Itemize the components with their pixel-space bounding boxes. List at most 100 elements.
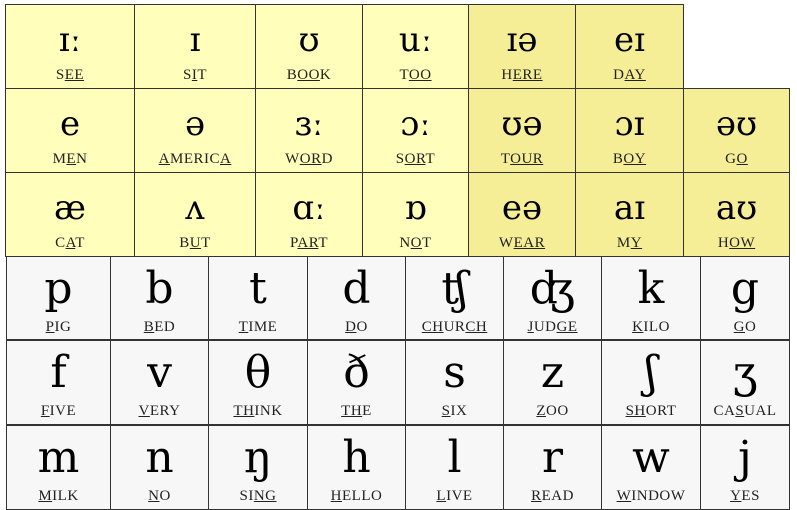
example-word: YES [701, 488, 789, 505]
word-part: G [725, 151, 737, 167]
example-word: THINK [209, 403, 307, 420]
underlined-sound: GE [556, 319, 578, 335]
word-part: INDOW [631, 488, 686, 504]
cons-cell: w WINDOW [601, 425, 701, 510]
word-part: INK [254, 403, 283, 419]
example-word: HELLO [308, 488, 405, 505]
underlined-sound: S [735, 403, 745, 419]
word-part: C [55, 235, 66, 251]
example-word: SIT [135, 67, 255, 84]
phoneme-symbol: d [342, 263, 371, 314]
vowel-cell: eɪ DAY [575, 4, 684, 89]
example-word: BOY [576, 151, 683, 168]
example-word: GO [684, 151, 789, 168]
word-part: T [201, 235, 211, 251]
example-word: SING [209, 488, 307, 505]
cons-cell: g GO [700, 256, 790, 340]
word-part: B [612, 151, 624, 167]
word-part: UAL [744, 403, 777, 419]
word-part: ORT [645, 403, 677, 419]
phoneme-symbol: e [59, 104, 81, 144]
phoneme-symbol: ɪə [506, 20, 538, 60]
word-part: ES [741, 488, 760, 504]
word-part: O [159, 488, 171, 504]
word-part: O [356, 319, 368, 335]
underlined-sound: U [189, 235, 202, 251]
word-part: T [197, 67, 207, 83]
word-part: SI [239, 488, 254, 504]
vowel-cell: aɪ MY [575, 172, 684, 257]
cons-cell: θ THINK [208, 340, 308, 425]
example-word: HOW [684, 235, 789, 252]
phoneme-symbol: s [443, 347, 466, 398]
phoneme-symbol: g [730, 263, 760, 314]
underlined-sound: R [531, 488, 542, 504]
underlined-sound: W [616, 488, 632, 504]
phoneme-symbol: ʃ [645, 347, 657, 398]
underlined-sound: OO [408, 67, 432, 83]
cons-cell: l LIVE [405, 425, 504, 510]
cons-cell: n NO [110, 425, 209, 510]
underlined-sound: A [220, 151, 232, 167]
vowel-cell: e MEN [5, 88, 135, 173]
vowel-cell: ʌ BUT [134, 172, 256, 257]
example-word: LIVE [406, 488, 503, 505]
cons-cell: f FIVE [6, 340, 111, 425]
cons-cell: d DO [307, 256, 406, 340]
word-part: T [422, 235, 432, 251]
word-part: M [616, 235, 631, 251]
example-word: BUT [135, 235, 255, 252]
phoneme-symbol: ɒ [404, 188, 427, 228]
word-part: T [425, 151, 436, 167]
phoneme-symbol: aɪ [613, 188, 646, 228]
underlined-sound: TH [233, 403, 255, 419]
word-part: D [613, 67, 625, 83]
word-part: ED [154, 319, 176, 335]
example-word: DO [308, 319, 405, 336]
cons-cell: ʃ SHORT [601, 340, 701, 425]
example-word: GO [701, 319, 789, 336]
underlined-sound: M [38, 488, 53, 504]
word-part: H [717, 235, 730, 251]
underlined-sound: V [138, 403, 150, 419]
cons-cell: p PIG [6, 256, 111, 340]
cons-cell: ð THE [307, 340, 406, 425]
phoneme-symbol: eə [501, 188, 543, 228]
example-word: SIX [406, 403, 503, 420]
example-word: FIVE [7, 403, 110, 420]
vowel-cell: ɔː SORT [362, 88, 469, 173]
example-word: VERY [111, 403, 208, 420]
vowel-cell: ɒ NOT [362, 172, 469, 257]
example-word: CASUAL [701, 403, 789, 420]
phoneme-symbol: eɪ [614, 20, 645, 60]
word-part: W [285, 151, 300, 167]
vowel-cell: æ CAT [5, 172, 135, 257]
phoneme-symbol: ʤ [529, 263, 576, 314]
underlined-sound: OO [297, 67, 320, 83]
example-word: HERE [469, 67, 575, 84]
phoneme-symbol: j [738, 432, 752, 483]
underlined-sound: AY [624, 67, 646, 83]
example-word: SORT [363, 151, 468, 168]
example-word: TOO [363, 67, 468, 84]
example-word: KILO [602, 319, 700, 336]
word-part: B [286, 67, 298, 83]
cons-cell: s SIX [405, 340, 504, 425]
word-part: IME [248, 319, 278, 335]
phoneme-symbol: t [249, 263, 267, 314]
phoneme-symbol: v [147, 347, 172, 398]
underlined-sound: T [238, 319, 249, 335]
underlined-sound: OUR [510, 151, 544, 167]
example-word: SEE [6, 67, 134, 84]
phoneme-symbol: ɪː [58, 20, 82, 60]
phoneme-symbol: r [541, 432, 564, 483]
phoneme-symbol: ʌ [185, 188, 205, 228]
word-part: N [76, 151, 88, 167]
cons-cell: k KILO [601, 256, 701, 340]
phoneme-symbol: ð [343, 347, 370, 398]
example-word: READ [504, 488, 601, 505]
example-word: THE [308, 403, 405, 420]
phoneme-symbol: m [37, 432, 80, 483]
phoneme-symbol: æ [54, 188, 86, 228]
phoneme-symbol: l [447, 432, 462, 483]
